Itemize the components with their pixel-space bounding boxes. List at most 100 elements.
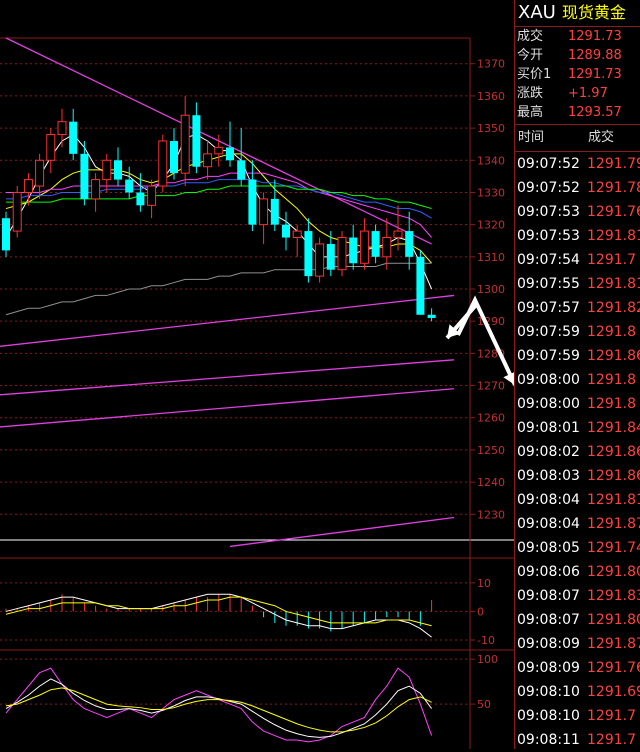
tape-row: 09:08:01 1291.84 xyxy=(515,416,640,440)
tape-time: 09:07:53 xyxy=(517,204,580,220)
tape-time: 09:07:59 xyxy=(517,348,580,364)
candle-body xyxy=(192,115,201,167)
quote-row: 成交 1291.73 xyxy=(515,27,640,46)
candle-body xyxy=(270,198,279,225)
candle-body xyxy=(349,237,358,264)
candle-body xyxy=(359,230,369,264)
candle-body xyxy=(315,243,325,277)
y-tick-label: 1240 xyxy=(477,476,505,489)
tape-row: 09:07:59 1291.86 xyxy=(515,344,640,368)
y-tick-label: 1260 xyxy=(477,412,505,425)
tape-header: 时间 成交 xyxy=(515,125,640,152)
quote-row: 买价1 1291.73 xyxy=(515,65,640,84)
quote-label: 最高 xyxy=(517,105,544,120)
tape-time: 09:07:53 xyxy=(517,228,580,244)
tape-row: 09:07:52 1291.79 xyxy=(515,152,640,176)
tape-row: 09:08:00 1291.8 xyxy=(515,368,640,392)
tape-price: 1291.78 xyxy=(587,180,640,196)
tape-row: 09:08:05 1291.74 xyxy=(515,536,640,560)
trendline xyxy=(229,516,455,548)
symbol-code: XAU xyxy=(518,2,556,23)
tape-row: 09:08:02 1291.86 xyxy=(515,440,640,464)
tape-time: 09:07:57 xyxy=(517,300,580,316)
candle-body xyxy=(203,153,213,168)
y-tick-label: 1330 xyxy=(477,186,505,199)
quote-row: 今开 1289.88 xyxy=(515,46,640,65)
candle-body xyxy=(248,179,257,225)
candle-body xyxy=(80,153,89,199)
tape-time: 09:08:00 xyxy=(517,396,580,412)
tape-time: 09:08:11 xyxy=(517,732,580,748)
tape-row: 09:08:10 1291.69 xyxy=(515,680,640,704)
tape-price: 1291.81 xyxy=(587,276,640,292)
candle-body xyxy=(158,140,168,187)
trendline xyxy=(0,388,455,428)
tape-time: 09:08:09 xyxy=(517,660,580,676)
candle-body xyxy=(170,140,178,174)
tape-price: 1291.86 xyxy=(587,468,640,484)
candle-body xyxy=(292,230,302,239)
tape-time: 09:08:04 xyxy=(517,516,580,532)
tape-price: 1291.86 xyxy=(587,444,640,460)
y-tick-label: 100 xyxy=(477,653,498,666)
tape-time: 09:07:55 xyxy=(517,276,580,292)
tape-time: 09:07:54 xyxy=(517,252,580,268)
candle-body xyxy=(136,192,145,206)
tape-time: 09:07:52 xyxy=(517,180,580,196)
quote-panel: XAU 现货黄金 成交 1291.73 今开 1289.88 买价1 1291.73 涨跌 +1… xyxy=(514,0,640,749)
y-tick-label: 1370 xyxy=(477,58,505,71)
candle-body xyxy=(102,159,112,181)
symbol-header: XAU 现货黄金 xyxy=(515,0,640,27)
y-tick-label: 1320 xyxy=(477,219,505,232)
tape-time: 09:08:07 xyxy=(517,612,580,628)
candle-body xyxy=(214,146,224,155)
candle-body xyxy=(23,179,33,193)
y-tick-label: 1310 xyxy=(477,251,505,264)
candle-body xyxy=(416,256,425,315)
tape-row: 09:08:07 1291.83 xyxy=(515,584,640,608)
candle-body xyxy=(125,179,134,193)
tape-price: 1291.81 xyxy=(587,228,640,244)
y-tick-label: -10 xyxy=(477,634,495,647)
y-tick-label: 50 xyxy=(477,698,491,711)
tape-row: 09:08:09 1291.87 xyxy=(515,632,640,656)
tape-time: 09:08:10 xyxy=(517,708,580,724)
tape-price: 1291.7 xyxy=(587,708,636,724)
tape-time: 09:08:07 xyxy=(517,588,580,604)
tape-price: 1291.80 xyxy=(587,612,640,628)
trendline xyxy=(0,359,455,396)
symbol-name: 现货黄金 xyxy=(561,3,626,22)
tape-price: 1291.8 xyxy=(587,372,636,388)
quote-label: 今开 xyxy=(517,48,544,63)
tape-row: 09:08:11 1291.7 xyxy=(515,728,640,752)
tick-tape[interactable]: 09:07:52 1291.79 09:07:52 1291.78 09:07:53 12… xyxy=(515,152,640,752)
tape-time: 09:08:10 xyxy=(517,684,580,700)
quote-row: 涨跌 +1.97 xyxy=(515,84,640,103)
tape-row: 09:07:55 1291.81 xyxy=(515,272,640,296)
candle-body xyxy=(259,198,269,226)
tape-price: 1291.8 xyxy=(587,396,636,412)
tape-time: 09:08:06 xyxy=(517,564,580,580)
tape-price: 1291.69 xyxy=(587,684,640,700)
tape-row: 09:07:53 1291.81 xyxy=(515,224,640,248)
tape-header-time: 时间 xyxy=(518,130,545,145)
candle-body xyxy=(226,147,234,161)
y-tick-label: 0 xyxy=(477,605,484,618)
tape-header-price: 成交 xyxy=(588,130,615,145)
tape-price: 1291.76 xyxy=(587,204,640,220)
tape-row: 09:07:52 1291.78 xyxy=(515,176,640,200)
quote-value: 1293.57 xyxy=(568,105,622,120)
tape-time: 09:08:01 xyxy=(517,420,580,436)
tape-price: 1291.81 xyxy=(587,492,640,508)
candle-body xyxy=(180,114,190,174)
candle-body xyxy=(147,185,157,206)
candle-body xyxy=(12,191,22,232)
candle-body xyxy=(382,237,392,258)
candle-body xyxy=(326,243,335,270)
tape-row: 09:08:04 1291.87 xyxy=(515,512,640,536)
tape-price: 1291.79 xyxy=(587,156,640,172)
tape-price: 1291.8 xyxy=(587,324,636,340)
tape-price: 1291.82 xyxy=(587,300,640,316)
annotation-arrow xyxy=(456,295,514,386)
kdj-line xyxy=(5,678,433,738)
